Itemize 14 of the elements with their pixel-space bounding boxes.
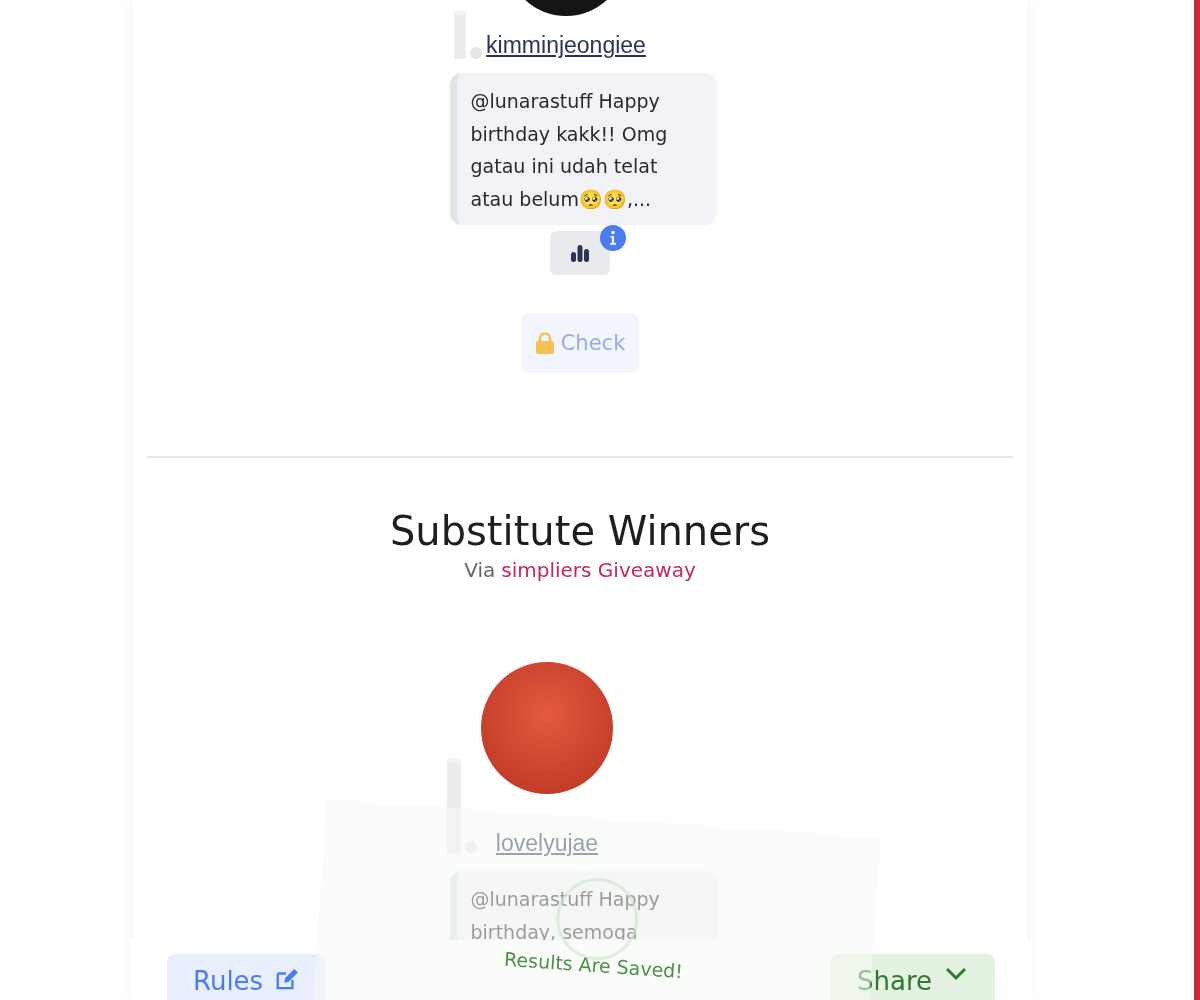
edit-icon — [275, 966, 299, 992]
section-title: Substitute Winners — [389, 508, 771, 554]
chevron-down-icon — [944, 966, 969, 982]
rank-marker-drawing — [454, 11, 483, 59]
rules-button[interactable]: Rules — [167, 954, 325, 1000]
username-link[interactable]: lovelyujae — [495, 830, 599, 857]
giveaway-link[interactable]: simpliers Giveaway — [501, 558, 696, 582]
via-label: Via — [464, 558, 496, 582]
username-link[interactable]: kimminjeongiee — [486, 32, 646, 59]
stats-button[interactable] — [550, 231, 610, 275]
share-button[interactable]: Share — [831, 954, 995, 1000]
bar-chart-icon — [569, 243, 591, 263]
info-icon — [600, 225, 626, 251]
comment-text: @lunarastuff Happy birthday kakk!! Omg gatau ini udah telat atau belum🥺🥺,... — [449, 73, 717, 225]
